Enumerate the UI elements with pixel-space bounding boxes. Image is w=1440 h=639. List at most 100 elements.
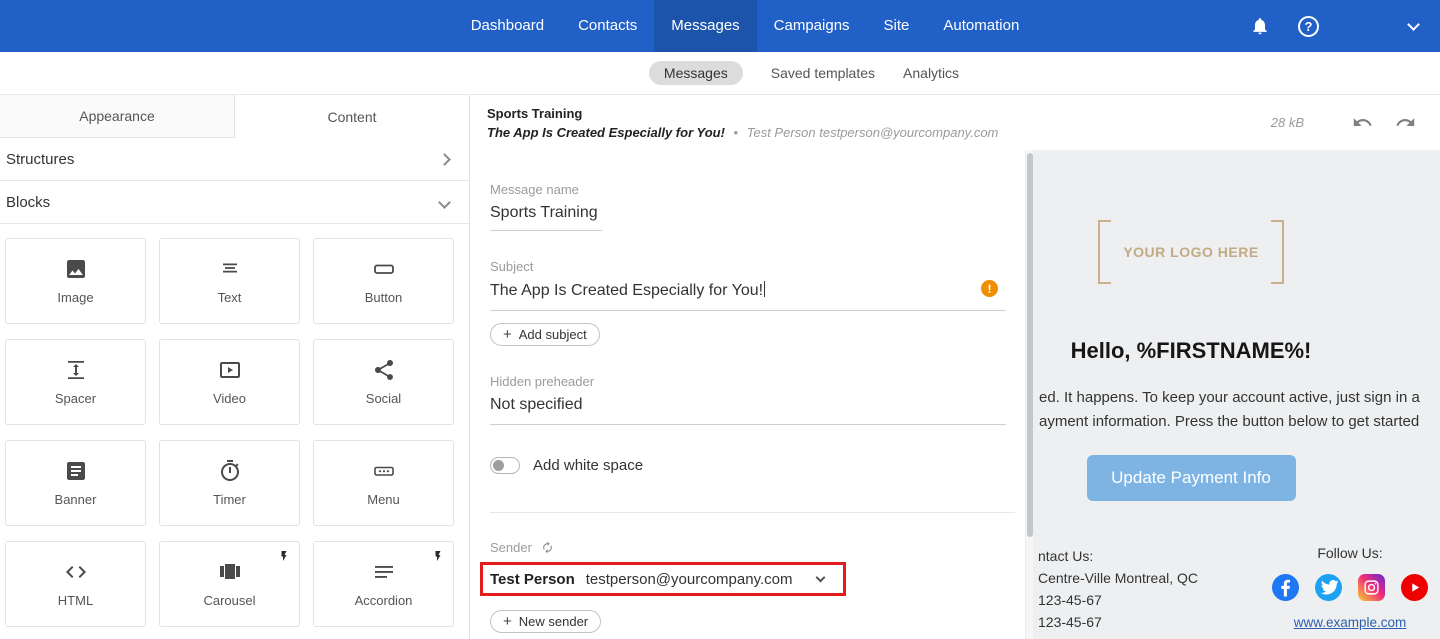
block-spacer[interactable]: Spacer: [5, 339, 146, 425]
top-navigation: Dashboard Contacts Messages Campaigns Si…: [0, 0, 1440, 52]
bullet-separator: •: [733, 124, 739, 140]
add-white-space-toggle[interactable]: [490, 457, 520, 474]
follow-us-label: Follow Us:: [1317, 545, 1383, 561]
message-subject-preview: The App Is Created Especially for You!: [487, 124, 725, 140]
blocks-grid: Image Text Button Spacer Video Social Ba…: [0, 224, 469, 637]
message-settings-form: Message name Sports Training Subject The…: [471, 150, 1025, 639]
nav-item-dashboard[interactable]: Dashboard: [454, 0, 561, 52]
contact-line: 123-45-67: [1038, 592, 1102, 608]
carousel-icon: [219, 564, 240, 579]
subnav-analytics[interactable]: Analytics: [903, 65, 959, 81]
new-sender-button[interactable]: + New sender: [490, 610, 602, 633]
flash-icon: [278, 549, 290, 568]
menu-icon: [373, 466, 394, 476]
sender-select[interactable]: Test Person testperson@yourcompany.com: [480, 562, 846, 596]
image-icon: [66, 260, 85, 278]
block-social[interactable]: Social: [313, 339, 454, 425]
nav-item-contacts[interactable]: Contacts: [561, 0, 654, 52]
subnav-saved-templates[interactable]: Saved templates: [771, 65, 875, 81]
block-label: Button: [364, 290, 403, 305]
message-name-input[interactable]: Sports Training: [490, 197, 602, 231]
email-heading: Hello, %FIRSTNAME%!: [1070, 338, 1312, 363]
follow-us-block: Follow Us: www.example.com: [1272, 545, 1428, 633]
message-title: Sports Training: [487, 105, 583, 121]
main-nav: Dashboard Contacts Messages Campaigns Si…: [454, 0, 1037, 52]
logo-bracket-left: [1098, 220, 1112, 284]
section-structures[interactable]: Structures: [0, 138, 469, 181]
section-blocks[interactable]: Blocks: [0, 181, 469, 224]
blocks-label: Blocks: [6, 193, 51, 211]
chevron-down-icon: [438, 195, 451, 209]
nav-item-messages[interactable]: Messages: [654, 0, 757, 52]
logo-bracket-right: [1270, 220, 1284, 284]
contact-info: ntact Us: Centre-Ville Montreal, QC 123-…: [1038, 545, 1198, 633]
block-html[interactable]: HTML: [5, 541, 146, 627]
form-scrollbar[interactable]: [1025, 150, 1033, 639]
message-sender-preview: Test Person testperson@yourcompany.com: [746, 124, 999, 140]
instagram-icon[interactable]: [1358, 574, 1385, 601]
subject-warning-icon[interactable]: !: [981, 280, 998, 297]
sender-chevron-down-icon: [816, 572, 826, 583]
block-label: Carousel: [203, 593, 256, 608]
block-menu[interactable]: Menu: [313, 440, 454, 526]
contact-line: Centre-Ville Montreal, QC: [1038, 570, 1199, 586]
block-label: Video: [212, 391, 246, 406]
banner-icon: [66, 462, 85, 480]
block-banner[interactable]: Banner: [5, 440, 146, 526]
subject-value: The App Is Created Especially for You!: [490, 282, 764, 299]
block-label: Social: [365, 391, 402, 406]
html-code-icon: [65, 566, 86, 578]
refresh-icon[interactable]: [541, 541, 554, 554]
notifications-bell-icon[interactable]: [1250, 16, 1270, 36]
tab-content[interactable]: Content: [235, 95, 469, 138]
add-subject-label: Add subject: [518, 327, 587, 342]
new-sender-label: New sender: [518, 614, 589, 629]
block-accordion[interactable]: Accordion: [313, 541, 454, 627]
accordion-icon: [374, 566, 393, 578]
twitter-icon[interactable]: [1315, 574, 1342, 601]
text-caret: [764, 281, 766, 297]
message-header: Sports Training The App Is Created Espec…: [471, 95, 1440, 150]
preheader-input[interactable]: Not specified: [490, 389, 1006, 425]
sender-email: testperson@yourcompany.com: [585, 570, 793, 588]
email-footer: ntact Us: Centre-Ville Montreal, QC 123-…: [1033, 545, 1440, 633]
block-timer[interactable]: Timer: [159, 440, 300, 526]
form-divider: [490, 512, 1015, 513]
redo-icon[interactable]: [1395, 112, 1416, 133]
add-subject-button[interactable]: + Add subject: [490, 323, 600, 346]
flash-icon: [432, 549, 444, 568]
website-link[interactable]: www.example.com: [1294, 615, 1407, 630]
email-body-text: ed. It happens. To keep your account act…: [1039, 386, 1420, 434]
block-carousel[interactable]: Carousel: [159, 541, 300, 627]
account-chevron-down-icon[interactable]: [1407, 17, 1420, 31]
toggle-knob: [493, 460, 504, 471]
block-video[interactable]: Video: [159, 339, 300, 425]
sidebar-tabs: Appearance Content: [0, 95, 469, 138]
spacer-icon: [67, 361, 84, 379]
nav-item-campaigns[interactable]: Campaigns: [757, 0, 867, 52]
sender-label: Sender: [490, 540, 532, 555]
help-icon[interactable]: ?: [1298, 15, 1319, 37]
youtube-icon[interactable]: [1401, 574, 1428, 601]
block-label: Spacer: [54, 391, 97, 406]
block-label: Accordion: [354, 593, 413, 608]
block-button[interactable]: Button: [313, 238, 454, 324]
chevron-right-icon: [438, 152, 451, 166]
tab-appearance[interactable]: Appearance: [0, 95, 235, 138]
block-image[interactable]: Image: [5, 238, 146, 324]
editor-sidebar: Appearance Content Structures Blocks Ima…: [0, 95, 470, 639]
block-text[interactable]: Text: [159, 238, 300, 324]
undo-icon[interactable]: [1352, 112, 1373, 133]
video-icon: [219, 362, 240, 378]
subject-input[interactable]: The App Is Created Especially for You! !: [490, 274, 1006, 311]
sender-name: Test Person: [490, 570, 575, 588]
message-name-label: Message name: [490, 182, 579, 197]
contact-line: 123-45-67: [1038, 614, 1102, 630]
subnav-messages[interactable]: Messages: [648, 61, 743, 85]
nav-item-site[interactable]: Site: [867, 0, 927, 52]
nav-item-automation[interactable]: Automation: [926, 0, 1036, 52]
update-payment-button[interactable]: Update Payment Info: [1086, 455, 1296, 501]
block-label: HTML: [57, 593, 94, 608]
facebook-icon[interactable]: [1272, 574, 1299, 601]
social-share-icon: [374, 360, 393, 380]
